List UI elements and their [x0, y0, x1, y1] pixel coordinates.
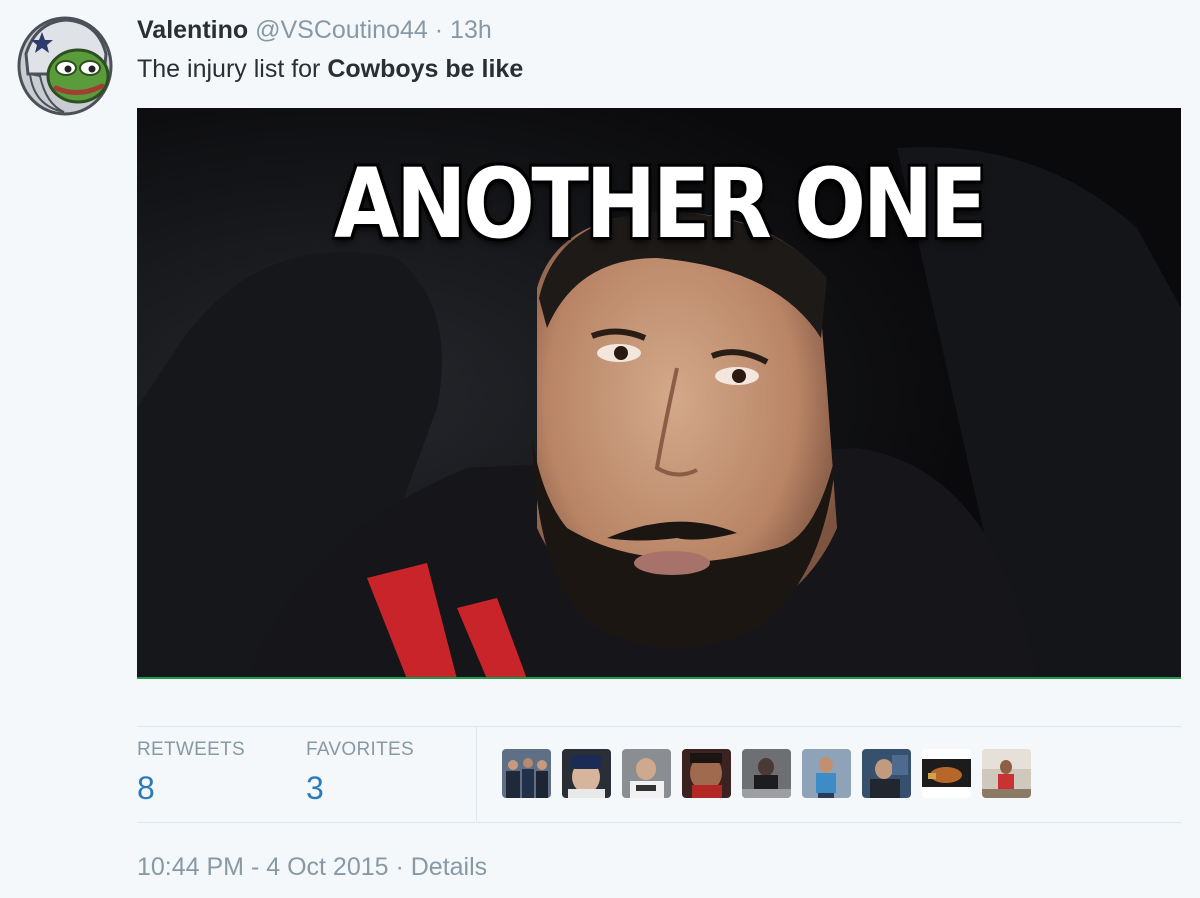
tweet-media-image[interactable]: ANOTHER ONE	[137, 108, 1181, 679]
tweet-timestamp[interactable]: 10:44 PM - 4 Oct 2015	[137, 853, 389, 881]
tweet-text: The injury list for Cowboys be like	[137, 53, 523, 85]
details-link[interactable]: Details	[411, 853, 487, 881]
engager-avatar[interactable]	[922, 749, 971, 798]
engager-avatar[interactable]	[742, 749, 791, 798]
engager-avatar[interactable]	[682, 749, 731, 798]
retweets-stat[interactable]: RETWEETS 8	[137, 738, 245, 808]
engager-avatar[interactable]	[622, 749, 671, 798]
user-photo-icon	[562, 749, 611, 798]
engager-avatar[interactable]	[502, 749, 551, 798]
user-photo-icon	[682, 749, 731, 798]
avatar[interactable]	[16, 14, 114, 116]
retweets-count[interactable]: 8	[137, 768, 245, 808]
user-photo-icon	[982, 749, 1031, 798]
favorites-stat[interactable]: FAVORITES 3	[306, 738, 414, 808]
favorites-count[interactable]: 3	[306, 768, 414, 808]
tweet-text-plain: The injury list for	[137, 55, 328, 83]
tweet-header: Valentino @VSCoutino44 · 13h	[137, 14, 492, 46]
tweet-footer: 10:44 PM - 4 Oct 2015 · Details	[137, 851, 487, 883]
user-photo-icon	[622, 749, 671, 798]
tweet-text-bold: Cowboys be like	[327, 55, 524, 83]
tweet-time[interactable]: 13h	[450, 16, 492, 44]
frog-avatar-icon	[17, 16, 113, 116]
user-photo-icon	[502, 749, 551, 798]
display-name[interactable]: Valentino	[137, 16, 248, 44]
engager-avatar[interactable]	[982, 749, 1031, 798]
favorites-label: FAVORITES	[306, 739, 414, 760]
engager-avatar[interactable]	[862, 749, 911, 798]
header-separator: ·	[434, 16, 444, 44]
user-photo-icon	[862, 749, 911, 798]
engager-avatar[interactable]	[802, 749, 851, 798]
user-photo-icon	[742, 749, 791, 798]
stats-vertical-divider	[476, 727, 477, 821]
footer-separator: ·	[388, 853, 411, 881]
stats-bottom-divider	[137, 822, 1181, 823]
user-handle[interactable]: @VSCoutino44	[255, 16, 428, 44]
retweets-label: RETWEETS	[137, 739, 245, 760]
engager-avatar[interactable]	[562, 749, 611, 798]
user-photo-icon	[922, 749, 971, 798]
meme-caption: ANOTHER ONE	[334, 148, 987, 260]
user-photo-icon	[802, 749, 851, 798]
stats-top-divider	[137, 726, 1181, 727]
